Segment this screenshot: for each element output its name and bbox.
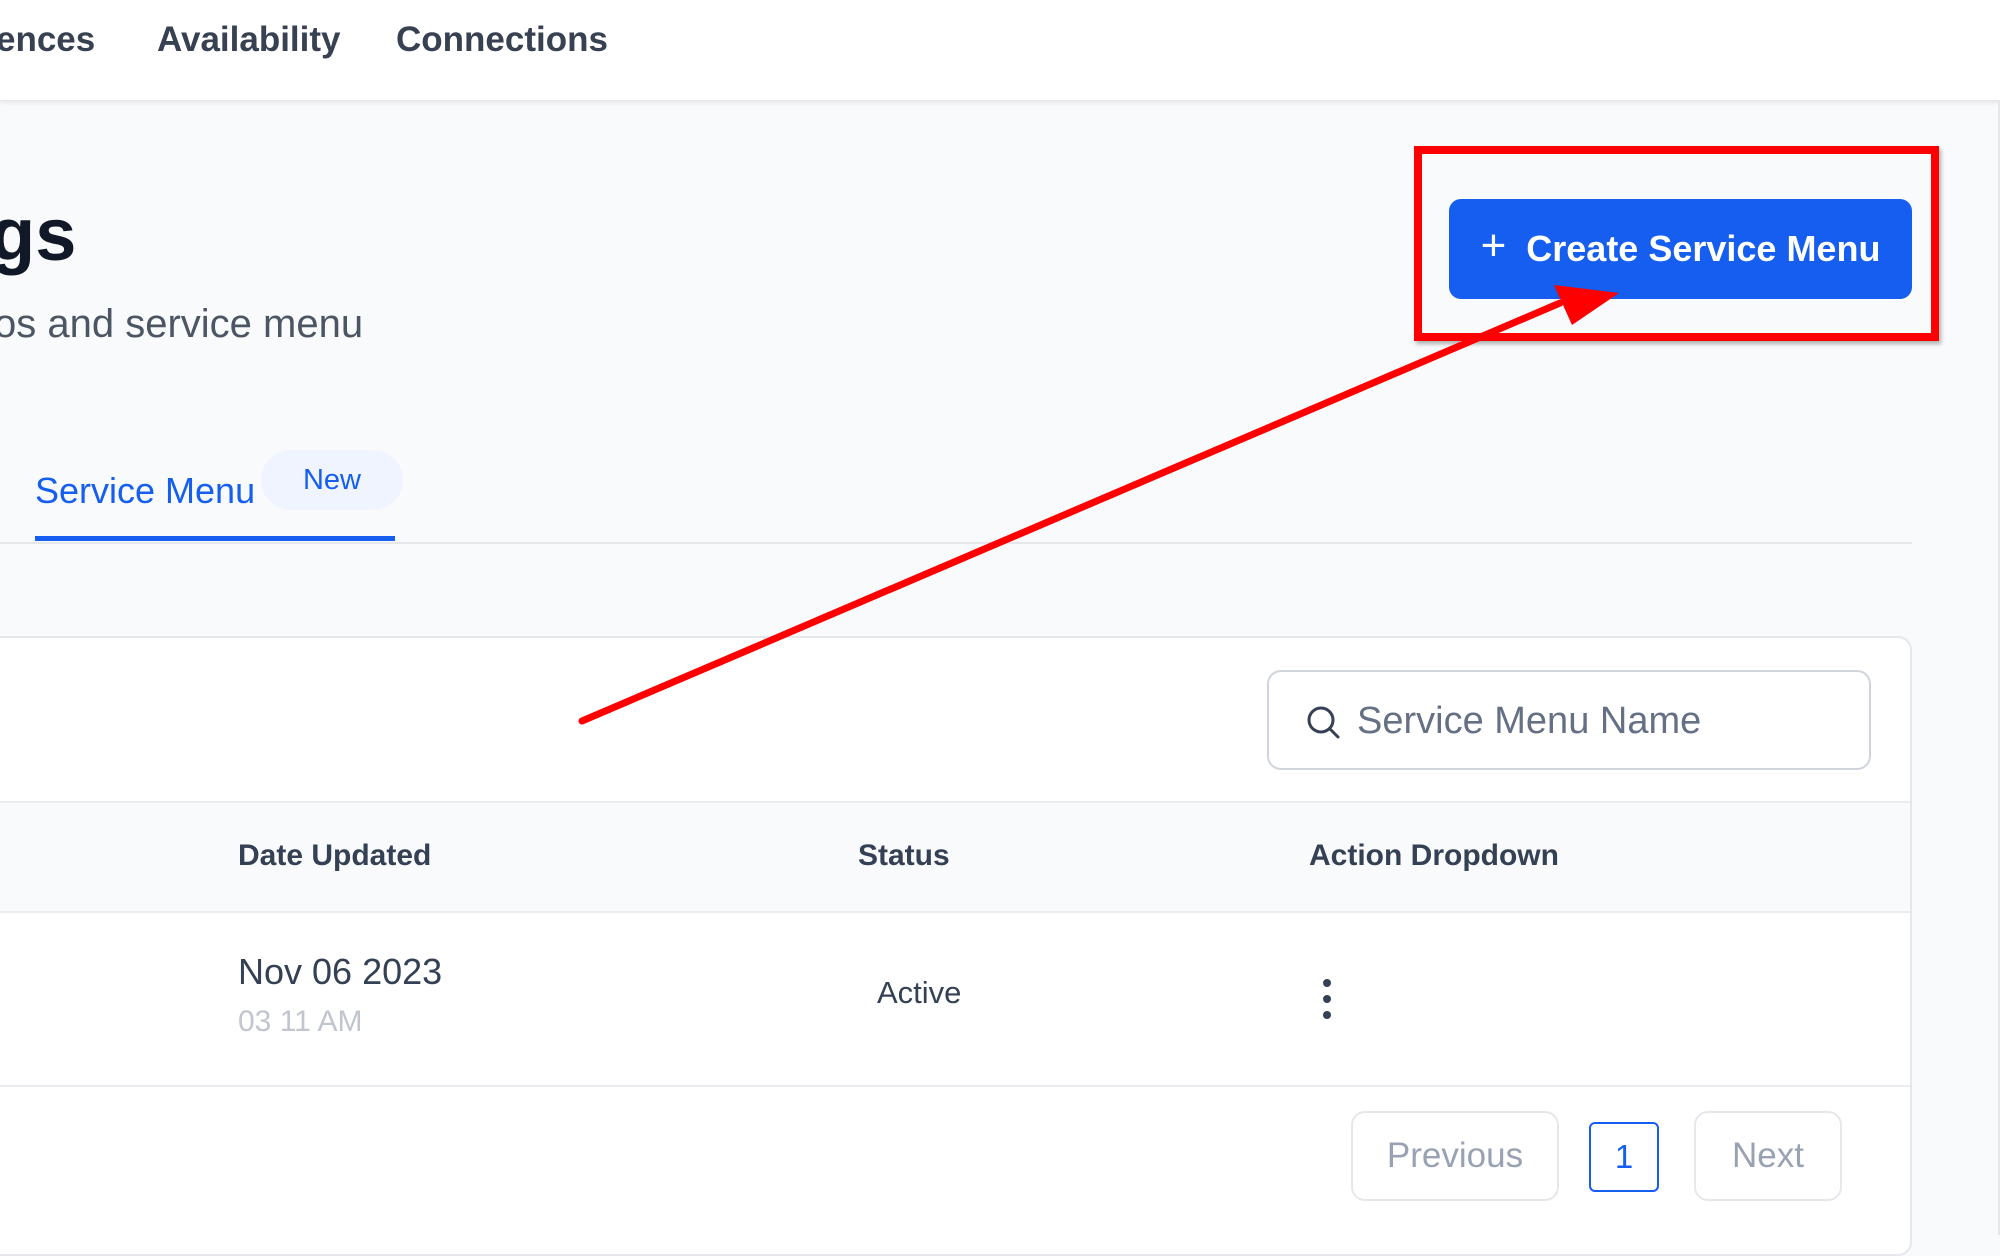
date-updated-value: Nov 06 2023 xyxy=(238,951,443,992)
top-nav-bar: ences Availability Connections xyxy=(0,0,2000,101)
create-service-menu-label: Create Service Menu xyxy=(1526,228,1881,269)
tabs-divider xyxy=(0,542,1912,544)
table-header: Date Updated Status Action Dropdown xyxy=(0,801,1910,913)
new-badge: New xyxy=(261,450,403,510)
tab-service-menu[interactable]: Service Menu New xyxy=(35,450,403,542)
search-icon xyxy=(1307,706,1340,739)
column-header-action-dropdown: Action Dropdown xyxy=(1309,839,1559,872)
service-menu-card: Date Updated Status Action Dropdown Nov … xyxy=(0,636,1912,1256)
next-button[interactable]: Next xyxy=(1694,1111,1842,1201)
page-1-button[interactable]: 1 xyxy=(1589,1122,1659,1192)
search-box[interactable] xyxy=(1267,670,1871,770)
time-updated-value: 03 11 AM xyxy=(238,1005,363,1038)
column-header-date-updated: Date Updated xyxy=(238,839,432,872)
tab-label: Service Menu xyxy=(35,470,256,511)
search-input[interactable] xyxy=(1355,672,1849,770)
previous-button[interactable]: Previous xyxy=(1351,1111,1559,1201)
plus-icon: + xyxy=(1480,221,1507,270)
page-title: gs xyxy=(0,193,77,276)
column-header-status: Status xyxy=(858,839,950,872)
nav-item-availability[interactable]: Availability xyxy=(157,16,341,64)
nav-item-preferences[interactable]: ences xyxy=(0,16,95,64)
kebab-menu-icon[interactable] xyxy=(1307,971,1347,1027)
table-row: Nov 06 2023 03 11 AM Active xyxy=(0,911,1910,1087)
active-tab-indicator xyxy=(35,536,395,541)
create-service-menu-button[interactable]: + Create Service Menu xyxy=(1449,199,1912,299)
nav-item-connections[interactable]: Connections xyxy=(396,16,608,64)
page-subtitle: os and service menu xyxy=(0,302,364,346)
status-value: Active xyxy=(877,975,962,1010)
